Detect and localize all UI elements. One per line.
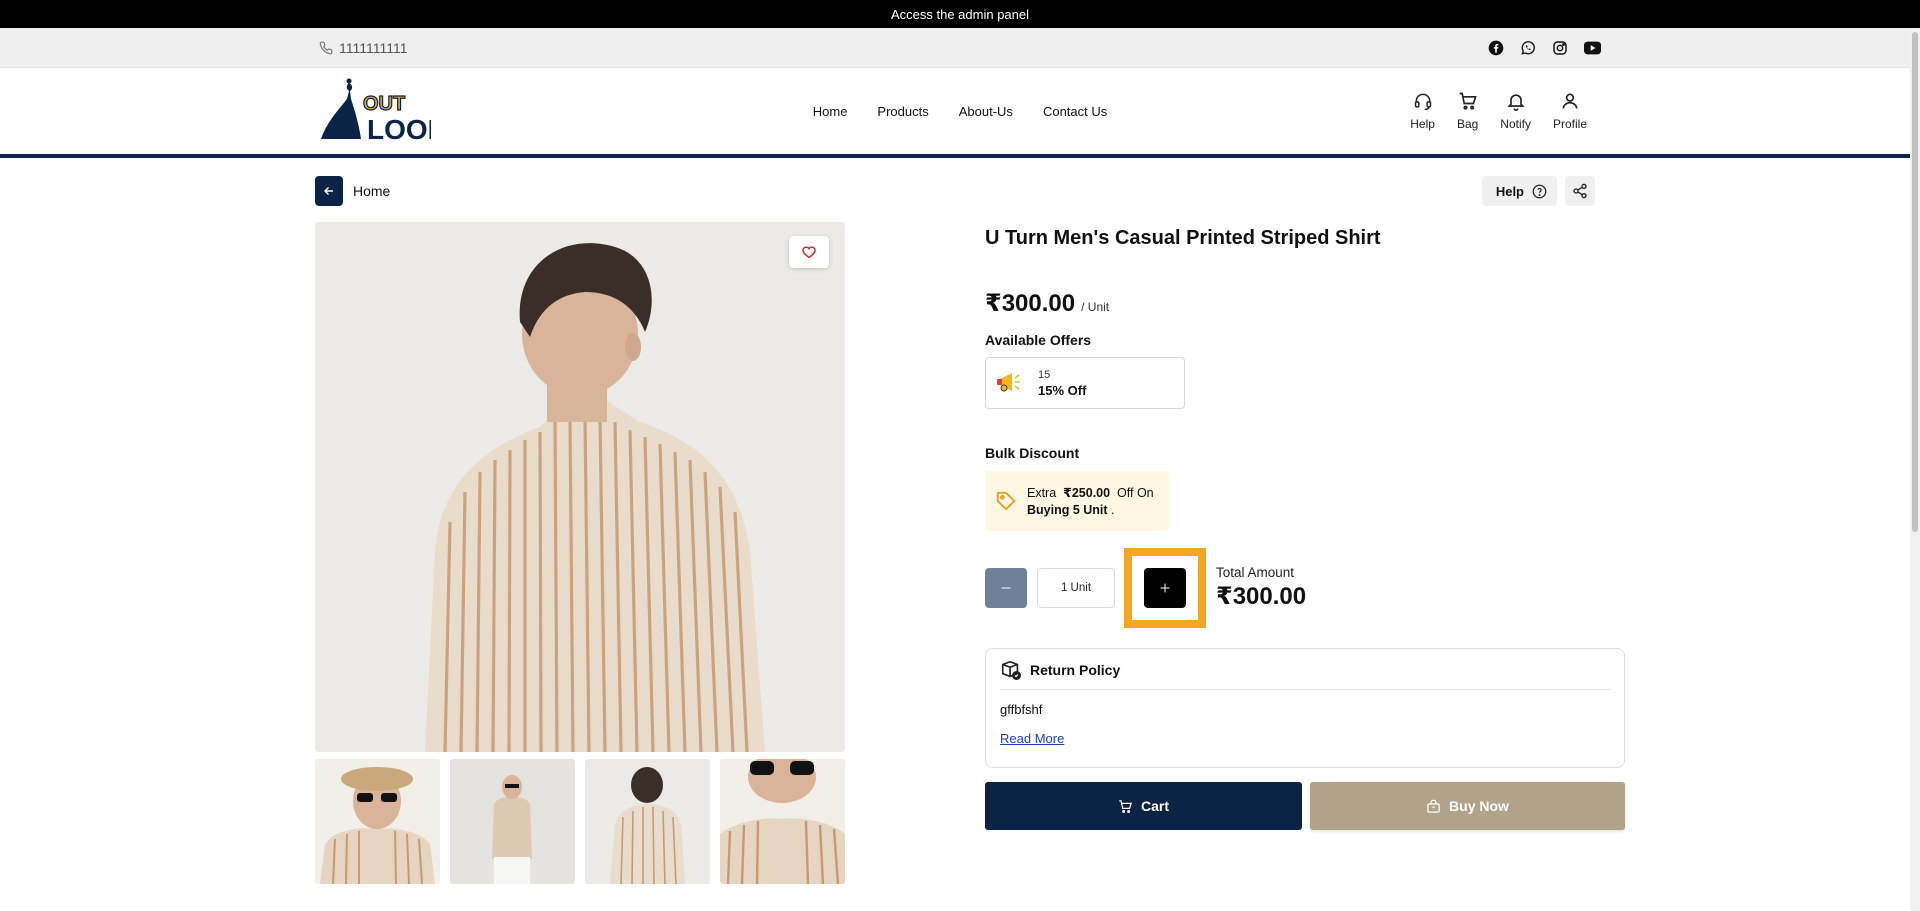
return-policy-text: gffbfshf xyxy=(1000,702,1043,717)
product-page: Home Help U Turn Men's Casual Printed St… xyxy=(315,158,1625,884)
increase-quantity-button[interactable] xyxy=(1144,568,1186,608)
breadcrumb-label: Home xyxy=(353,183,391,199)
bell-icon xyxy=(1506,94,1525,111)
instagram-icon[interactable] xyxy=(1551,39,1569,57)
decrease-quantity-button[interactable] xyxy=(985,568,1027,608)
nav-home[interactable]: Home xyxy=(813,104,848,119)
scrollbar-thumb[interactable] xyxy=(1912,32,1918,532)
cart-icon xyxy=(1119,799,1132,813)
whatsapp-icon[interactable] xyxy=(1519,39,1537,57)
svg-text:OUT: OUT xyxy=(363,93,405,115)
admin-panel-link[interactable]: Access the admin panel xyxy=(891,7,1029,22)
main-navbar: OUT LOOK Home Products About-Us Contact … xyxy=(0,68,1920,158)
nav-actions: Help Bag Notify Profile xyxy=(1410,91,1587,131)
product-main-image[interactable] xyxy=(315,222,845,752)
facebook-icon[interactable] xyxy=(1487,39,1505,57)
tag-icon xyxy=(996,491,1016,511)
total-amount: Total Amount ₹300.00 xyxy=(1216,565,1306,611)
return-box-icon xyxy=(1001,660,1021,680)
cart-icon xyxy=(1459,92,1477,110)
purchase-actions: Cart Buy Now xyxy=(985,782,1625,830)
bulk-prefix: Extra xyxy=(1027,486,1057,500)
phone-icon xyxy=(319,41,333,54)
outlook-logo[interactable]: OUT LOOK xyxy=(319,75,431,147)
phone-contact[interactable]: 1111111111 xyxy=(319,40,408,56)
heart-icon xyxy=(802,246,816,259)
thumbnail-1[interactable] xyxy=(315,759,440,884)
product-details: U Turn Men's Casual Printed Striped Shir… xyxy=(985,222,1625,830)
nav-about-us[interactable]: About-Us xyxy=(959,104,1013,119)
bulk-dot: . xyxy=(1111,503,1115,517)
megaphone-icon xyxy=(997,373,1020,392)
bulk-condition: Buying 5 Unit xyxy=(1027,503,1108,517)
shopping-bag-icon xyxy=(1427,799,1440,813)
product-gallery xyxy=(315,222,845,884)
thumbnail-3[interactable] xyxy=(585,759,710,884)
plus-icon xyxy=(1160,583,1170,593)
bulk-amount: ₹250.00 xyxy=(1063,486,1111,500)
headset-icon xyxy=(1414,93,1431,111)
nav-products[interactable]: Products xyxy=(877,104,928,119)
nav-profile[interactable]: Profile xyxy=(1553,91,1587,131)
social-links xyxy=(1487,39,1601,57)
bulk-suffix: Off On xyxy=(1117,486,1154,500)
svg-text:LOOK: LOOK xyxy=(367,114,431,145)
return-policy-title: Return Policy xyxy=(1030,662,1121,678)
page-scrollbar[interactable] xyxy=(1910,28,1920,911)
offer-text: 15% Off xyxy=(1038,382,1087,398)
nav-bag[interactable]: Bag xyxy=(1457,91,1478,131)
nav-help[interactable]: Help xyxy=(1410,91,1435,131)
quantity-selector: 1 Unit Total Amount ₹300.00 xyxy=(985,548,1625,628)
add-to-cart-button[interactable]: Cart xyxy=(985,782,1302,830)
highlight-box xyxy=(1124,548,1206,628)
minus-icon xyxy=(1001,587,1011,589)
available-offers-label: Available Offers xyxy=(985,332,1092,348)
read-more-link[interactable]: Read More xyxy=(1000,731,1064,746)
quantity-field[interactable]: 1 Unit xyxy=(1037,568,1115,608)
thumbnail-4[interactable] xyxy=(720,759,845,884)
buy-now-button[interactable]: Buy Now xyxy=(1310,782,1625,830)
admin-panel-banner[interactable]: Access the admin panel xyxy=(0,0,1920,28)
nav-contact-us[interactable]: Contact Us xyxy=(1043,104,1107,119)
arrow-left-icon xyxy=(324,187,333,195)
contact-bar: 1111111111 xyxy=(0,28,1920,68)
breadcrumb[interactable]: Home xyxy=(315,176,390,206)
return-policy-card: Return Policy gffbfshf Read More xyxy=(985,648,1625,768)
offer-code: 15 xyxy=(1038,368,1051,381)
bulk-discount-label: Bulk Discount xyxy=(985,445,1080,461)
wishlist-button[interactable] xyxy=(789,236,829,268)
price-unit: / Unit xyxy=(1081,300,1110,314)
thumbnail-strip xyxy=(315,759,845,884)
phone-number: 1111111111 xyxy=(339,39,408,56)
question-circle-icon xyxy=(1532,184,1547,198)
bulk-discount-card: Extra ₹250.00 Off On Buying 5 Unit . xyxy=(985,471,1169,531)
nav-notify[interactable]: Notify xyxy=(1500,91,1531,131)
share-button[interactable] xyxy=(1565,176,1595,206)
total-amount-value: ₹300.00 xyxy=(1216,583,1307,610)
back-button[interactable] xyxy=(315,176,343,206)
offer-card[interactable]: 15 15% Off xyxy=(985,357,1185,409)
help-button[interactable]: Help xyxy=(1481,176,1557,206)
youtube-icon[interactable] xyxy=(1583,39,1601,57)
product-price: ₹300.00 xyxy=(985,290,1076,317)
nav-menu: Home Products About-Us Contact Us xyxy=(813,104,1108,119)
share-icon xyxy=(1573,183,1587,199)
product-title: U Turn Men's Casual Printed Striped Shir… xyxy=(985,227,1381,249)
user-icon xyxy=(1562,93,1578,109)
total-amount-label: Total Amount xyxy=(1216,565,1295,580)
thumbnail-2[interactable] xyxy=(450,759,575,884)
